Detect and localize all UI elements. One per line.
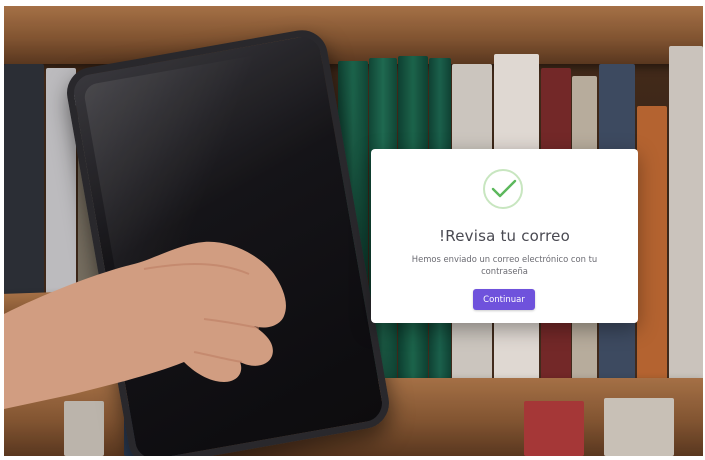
continue-button[interactable]: Continuar — [473, 289, 535, 310]
checkmark-circle-icon — [483, 169, 523, 209]
dialog-title: !Revisa tu correo — [439, 227, 570, 245]
email-sent-dialog: !Revisa tu correo Hemos enviado un corre… — [371, 149, 638, 323]
page-frame: !Revisa tu correo Hemos enviado un corre… — [4, 6, 703, 456]
checkmark-icon — [491, 179, 517, 198]
dialog-message: Hemos enviado un correo electrónico con … — [411, 254, 598, 276]
